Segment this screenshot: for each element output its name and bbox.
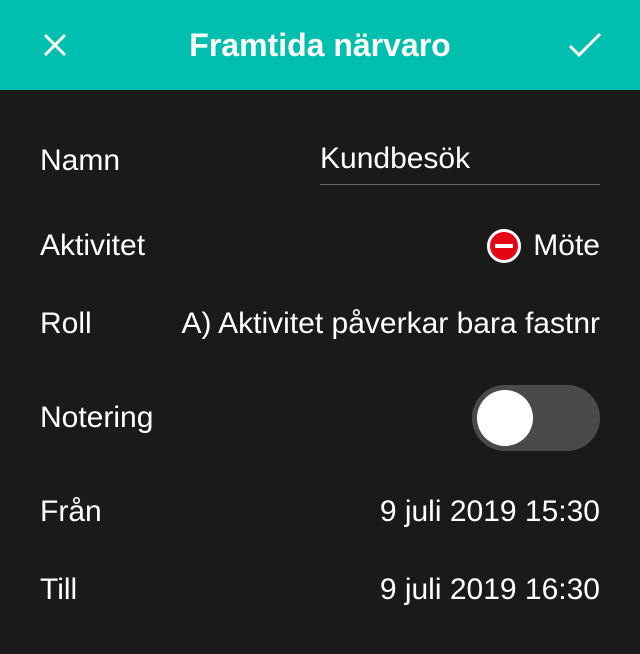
notering-row: Notering: [40, 363, 600, 473]
activity-label: Aktivitet: [40, 229, 145, 263]
activity-value: Möte: [533, 229, 600, 263]
notering-label: Notering: [40, 401, 153, 435]
to-value: 9 juli 2019 16:30: [380, 573, 600, 607]
stop-icon: [487, 229, 521, 263]
form-content: Namn Aktivitet Möte Roll A) Aktivitet på…: [0, 90, 640, 654]
activity-row[interactable]: Aktivitet Möte: [40, 207, 600, 285]
name-input[interactable]: [320, 137, 600, 185]
toggle-knob: [477, 390, 533, 446]
name-row: Namn: [40, 115, 600, 207]
to-row[interactable]: Till 9 juli 2019 16:30: [40, 551, 600, 629]
to-label: Till: [40, 573, 77, 607]
role-row[interactable]: Roll A) Aktivitet påverkar bara fastnr: [40, 285, 600, 363]
role-label: Roll: [40, 307, 92, 341]
activity-value-group: Möte: [487, 229, 600, 263]
from-value: 9 juli 2019 15:30: [380, 495, 600, 529]
from-label: Från: [40, 495, 102, 529]
check-icon[interactable]: [565, 25, 605, 65]
notering-toggle[interactable]: [472, 385, 600, 451]
close-icon[interactable]: [35, 25, 75, 65]
name-input-wrapper: [320, 137, 600, 185]
page-title: Framtida närvaro: [75, 27, 565, 64]
from-row[interactable]: Från 9 juli 2019 15:30: [40, 473, 600, 551]
header: Framtida närvaro: [0, 0, 640, 90]
name-label: Namn: [40, 144, 120, 178]
role-value: A) Aktivitet påverkar bara fastnr: [112, 307, 600, 341]
